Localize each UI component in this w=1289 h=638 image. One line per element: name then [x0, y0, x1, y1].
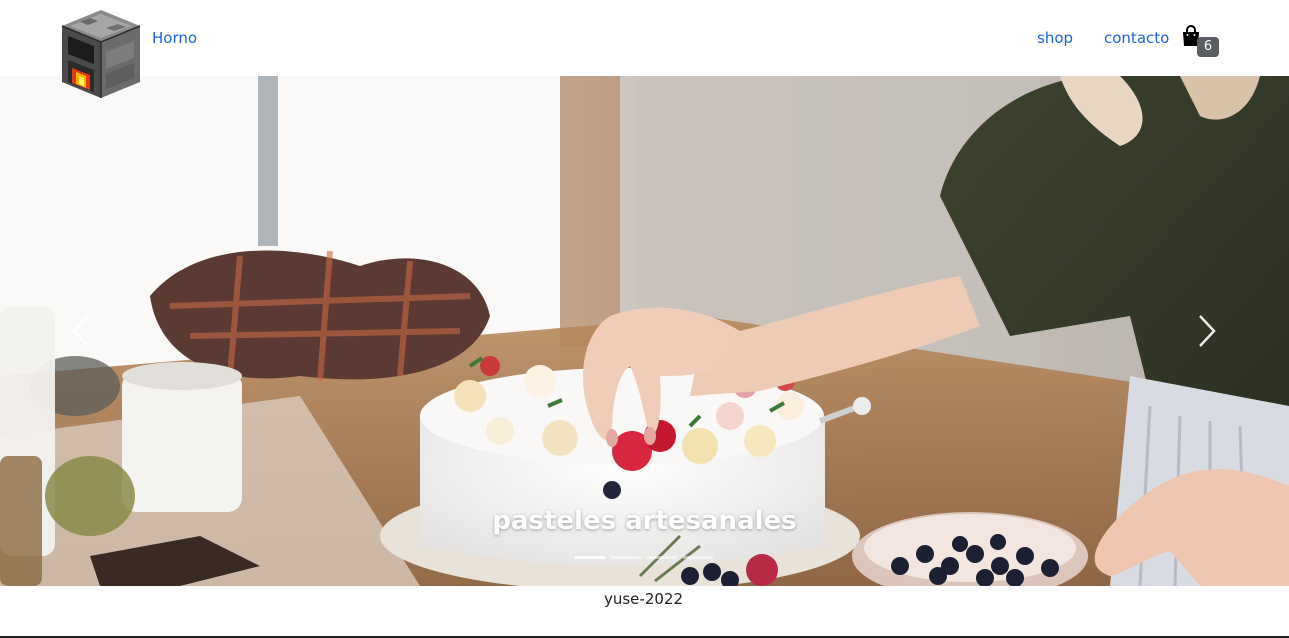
carousel-next-button[interactable]	[1178, 296, 1238, 366]
carousel-indicator-3[interactable]	[647, 556, 677, 559]
carousel-caption: pasteles artesanales	[492, 506, 797, 536]
carousel-prev-button[interactable]	[50, 296, 110, 366]
carousel-indicator-1[interactable]	[575, 556, 605, 559]
brand-link[interactable]: Horno	[152, 29, 197, 47]
navbar: Horno shop contacto 6	[0, 0, 1289, 98]
chevron-right-icon	[1199, 315, 1216, 347]
nav-link-contacto[interactable]: contacto	[1104, 29, 1169, 47]
carousel-indicator-4[interactable]	[683, 556, 713, 559]
cart-count-badge: 6	[1197, 37, 1219, 57]
furnace-logo-icon[interactable]	[60, 8, 142, 98]
footer: yuse-2022	[0, 586, 1289, 638]
nav-link-shop[interactable]: shop	[1037, 29, 1073, 47]
carousel-indicator-2[interactable]	[611, 556, 641, 559]
hero-carousel: pasteles artesanales	[0, 76, 1289, 586]
cart-button[interactable]: 6	[1181, 24, 1221, 60]
footer-copyright: yuse-2022	[603, 590, 683, 608]
chevron-left-icon	[72, 315, 89, 347]
